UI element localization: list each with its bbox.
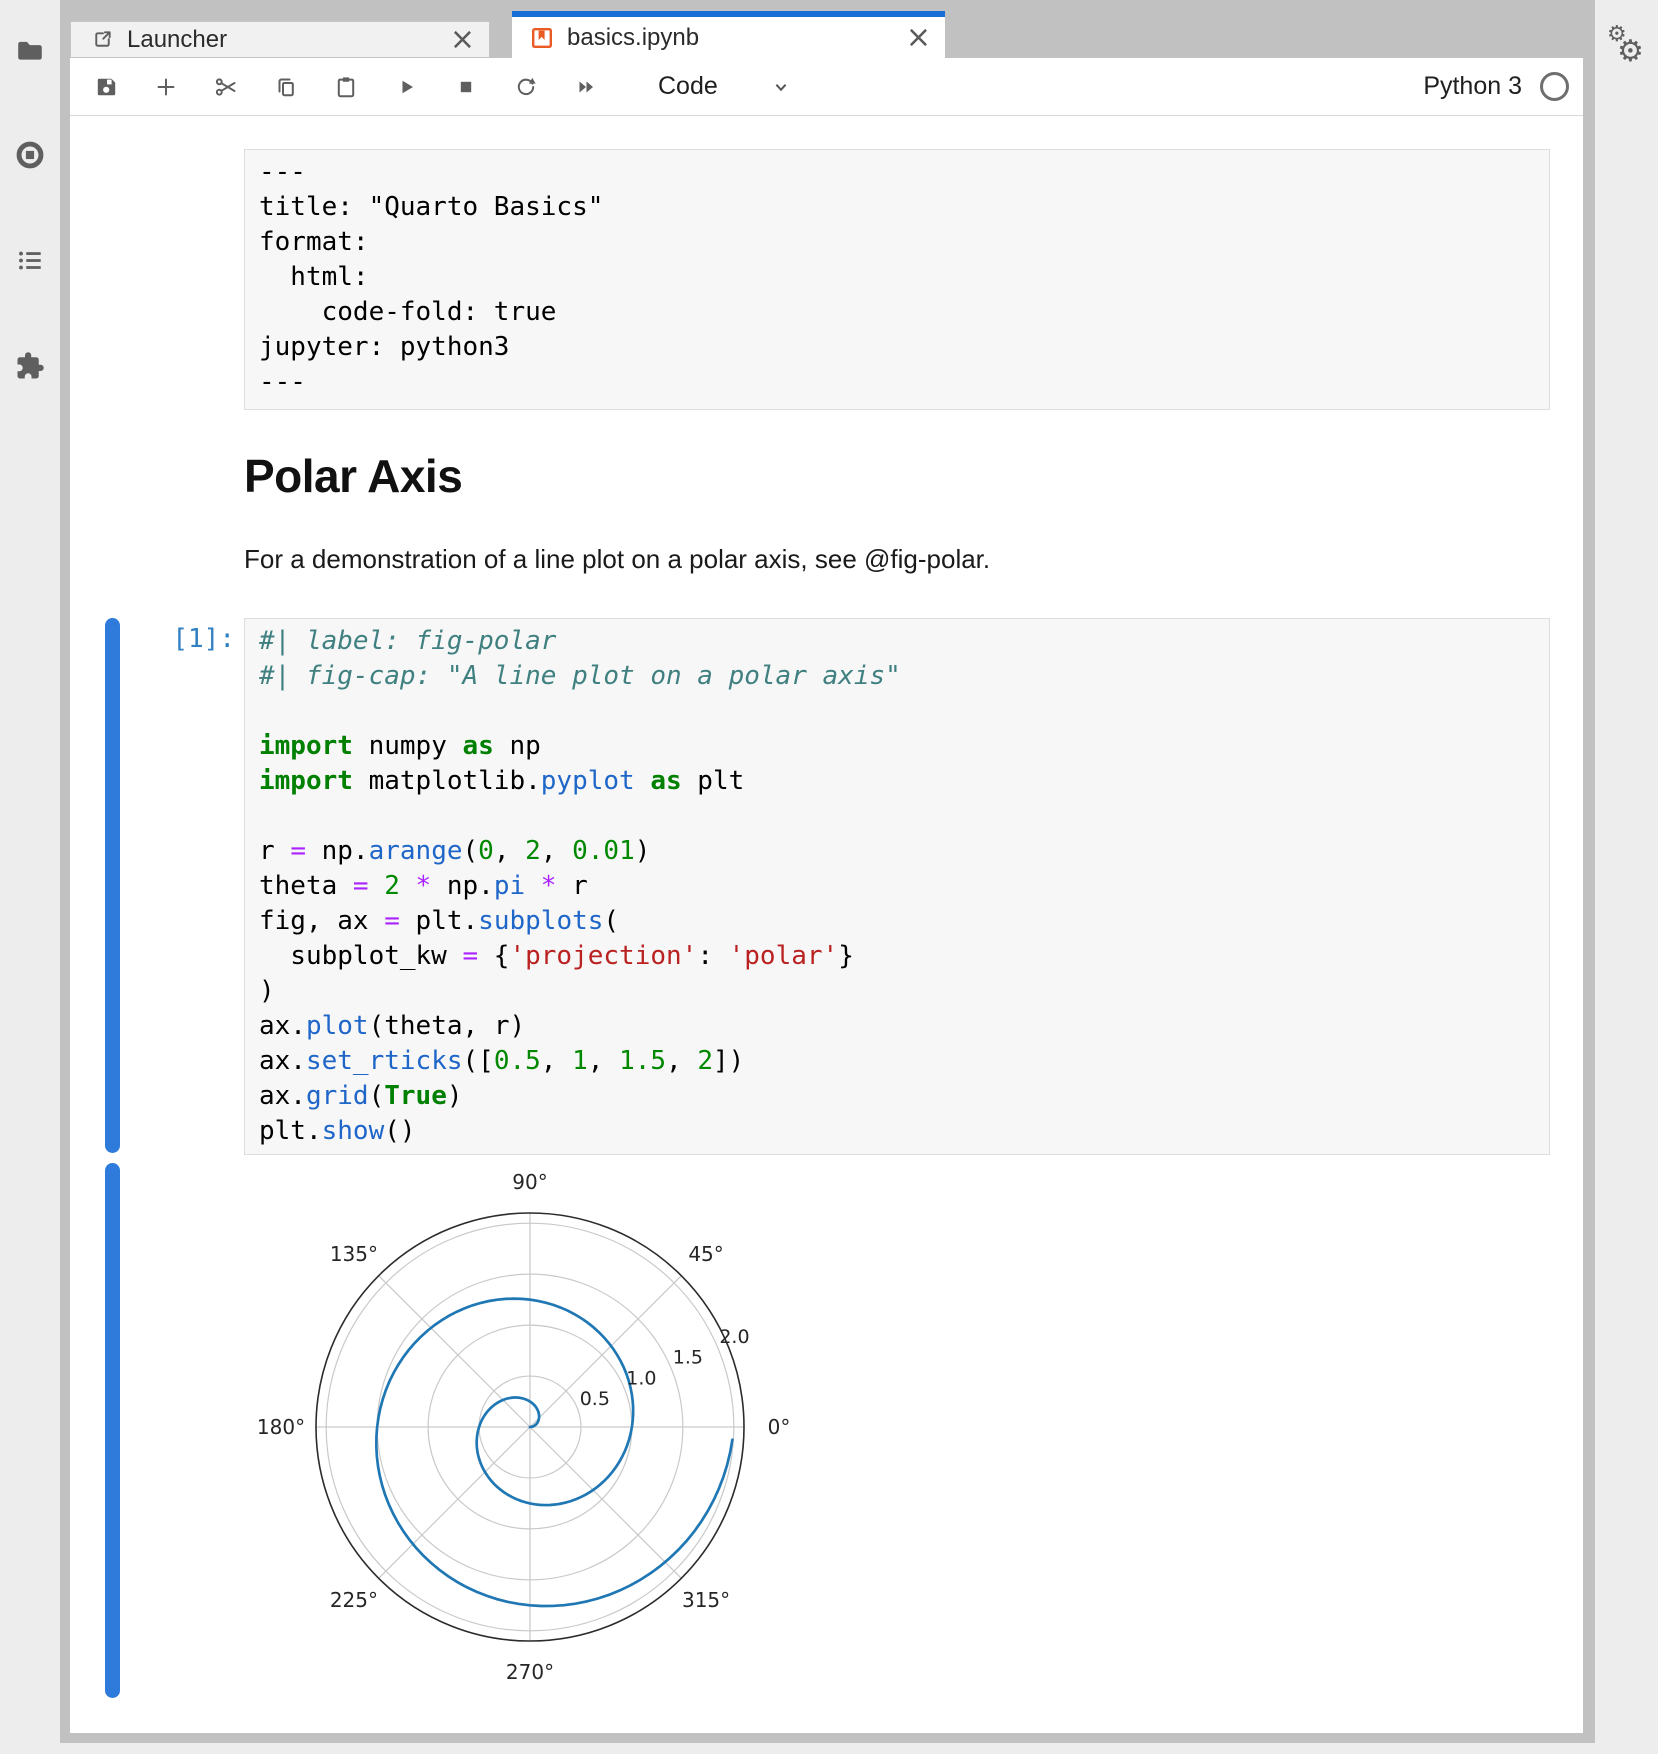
code-line: [259, 799, 1535, 834]
folder-icon: [15, 36, 45, 66]
r-tick-label: 2.0: [719, 1326, 749, 1348]
output-collapser[interactable]: [105, 1163, 120, 1698]
copy-cells-button[interactable]: [274, 75, 298, 99]
code-line: import numpy as np: [259, 729, 1535, 764]
markdown-heading: Polar Axis: [244, 449, 462, 503]
plus-icon: [154, 75, 178, 99]
restart-run-all-button[interactable]: [574, 75, 598, 99]
code-line: ---: [259, 365, 1535, 400]
tab-launcher-close-icon[interactable]: ×: [450, 25, 475, 55]
code-line: jupyter: python3: [259, 330, 1535, 365]
code-line: ax.grid(True): [259, 1079, 1535, 1114]
notebook-icon: [530, 26, 554, 50]
execution-count-prompt: [1]:: [70, 624, 235, 654]
cut-cells-button[interactable]: [214, 75, 238, 99]
run-cell-button[interactable]: [394, 75, 418, 99]
scissors-icon: [214, 75, 238, 99]
code-line: r = np.arange(0, 2, 0.01): [259, 834, 1535, 869]
sidebar-item-running-sessions[interactable]: [14, 139, 46, 171]
interrupt-kernel-button[interactable]: [454, 75, 478, 99]
code-line: fig, ax = plt.subplots(: [259, 904, 1535, 939]
code-line: ): [259, 974, 1535, 1009]
save-button[interactable]: [94, 75, 118, 99]
tab-basics-ipynb-label: basics.ipynb: [567, 24, 699, 52]
code-line: [259, 694, 1535, 729]
spiral-line: [376, 1299, 732, 1606]
markdown-paragraph: For a demonstration of a line plot on a …: [244, 544, 990, 575]
kernel-name[interactable]: Python 3: [1423, 72, 1522, 101]
launcher-icon: [91, 28, 114, 51]
tab-basics-ipynb[interactable]: basics.ipynb ×: [512, 11, 945, 58]
main-dock-panel: Launcher × basics.ipynb ×: [60, 0, 1595, 1743]
theta-tick-label: 135°: [330, 1242, 378, 1266]
stop-icon: [454, 75, 478, 99]
status-bar: [0, 1743, 1658, 1754]
code-cell-editor[interactable]: #| label: fig-polar#| fig-cap: "A line p…: [244, 618, 1550, 1155]
insert-cell-button[interactable]: [154, 75, 178, 99]
code-line: ax.plot(theta, r): [259, 1009, 1535, 1044]
jupyterlab-window: { "colors": { "accent_tab_border": "#1a6…: [0, 0, 1658, 1754]
notebook-content: ---title: "Quarto Basics"format: html: c…: [70, 116, 1583, 1733]
theta-tick-label: 45°: [688, 1242, 723, 1266]
chevron-down-icon: [770, 76, 792, 98]
sidebar-item-extension-manager[interactable]: [14, 350, 46, 382]
theta-tick-label: 225°: [330, 1588, 378, 1612]
cell-type-value: Code: [658, 72, 718, 101]
tab-launcher-label: Launcher: [127, 26, 227, 54]
theta-gridline: [379, 1427, 530, 1578]
tab-basics-ipynb-close-icon[interactable]: ×: [906, 23, 931, 53]
code-line: code-fold: true: [259, 295, 1535, 330]
code-line: #| label: fig-polar: [259, 624, 1535, 659]
code-line: #| fig-cap: "A line plot on a polar axis…: [259, 659, 1535, 694]
right-sidebar: ⚙ ⚙: [1595, 0, 1658, 1743]
r-tick-label: 1.0: [626, 1367, 656, 1389]
stop-circle-icon: [15, 140, 45, 170]
save-icon: [94, 75, 118, 99]
code-line: subplot_kw = {'projection': 'polar'}: [259, 939, 1535, 974]
code-line: html:: [259, 260, 1535, 295]
tab-launcher[interactable]: Launcher ×: [70, 21, 490, 58]
r-tick-label: 0.5: [580, 1388, 610, 1410]
theta-gridline: [530, 1427, 681, 1578]
restart-icon: [514, 75, 538, 99]
sidebar-item-table-of-contents[interactable]: [14, 244, 46, 276]
sidebar-item-file-browser[interactable]: [14, 35, 46, 67]
theta-tick-label: 270°: [506, 1660, 554, 1684]
property-inspector-button[interactable]: ⚙ ⚙: [1607, 22, 1647, 68]
code-line: import matplotlib.pyplot as plt: [259, 764, 1535, 799]
left-activity-bar: [0, 0, 60, 1743]
fast-forward-icon: [574, 75, 598, 99]
polar-plot-output: 0° 45° 90° 135° 180° 225° 270° 315° 0.5 1.0 1.5 2.0: [220, 1126, 860, 1716]
theta-tick-label: 90°: [512, 1170, 547, 1194]
restart-kernel-button[interactable]: [514, 75, 538, 99]
code-line: ax.set_rticks([0.5, 1, 1.5, 2]): [259, 1044, 1535, 1079]
code-line: ---: [259, 155, 1535, 190]
copy-icon: [274, 75, 298, 99]
theta-tick-label: 0°: [768, 1415, 791, 1439]
puzzle-icon: [15, 351, 45, 381]
code-line: theta = 2 * np.pi * r: [259, 869, 1535, 904]
run-icon: [394, 75, 418, 99]
gear-icon: ⚙: [1617, 34, 1644, 69]
list-icon: [15, 245, 45, 275]
paste-cells-button[interactable]: [334, 75, 358, 99]
cell-type-dropdown[interactable]: Code: [658, 72, 792, 101]
kernel-status-icon[interactable]: [1540, 72, 1569, 101]
clipboard-icon: [334, 75, 358, 99]
theta-tick-label: 180°: [257, 1415, 305, 1439]
input-collapser[interactable]: [105, 618, 120, 1153]
theta-tick-label: 315°: [682, 1588, 730, 1612]
raw-cell-editor[interactable]: ---title: "Quarto Basics"format: html: c…: [244, 149, 1550, 410]
notebook-toolbar: Code Python 3: [70, 58, 1583, 116]
code-line: format:: [259, 225, 1535, 260]
r-tick-label: 1.5: [673, 1347, 703, 1369]
code-line: title: "Quarto Basics": [259, 190, 1535, 225]
